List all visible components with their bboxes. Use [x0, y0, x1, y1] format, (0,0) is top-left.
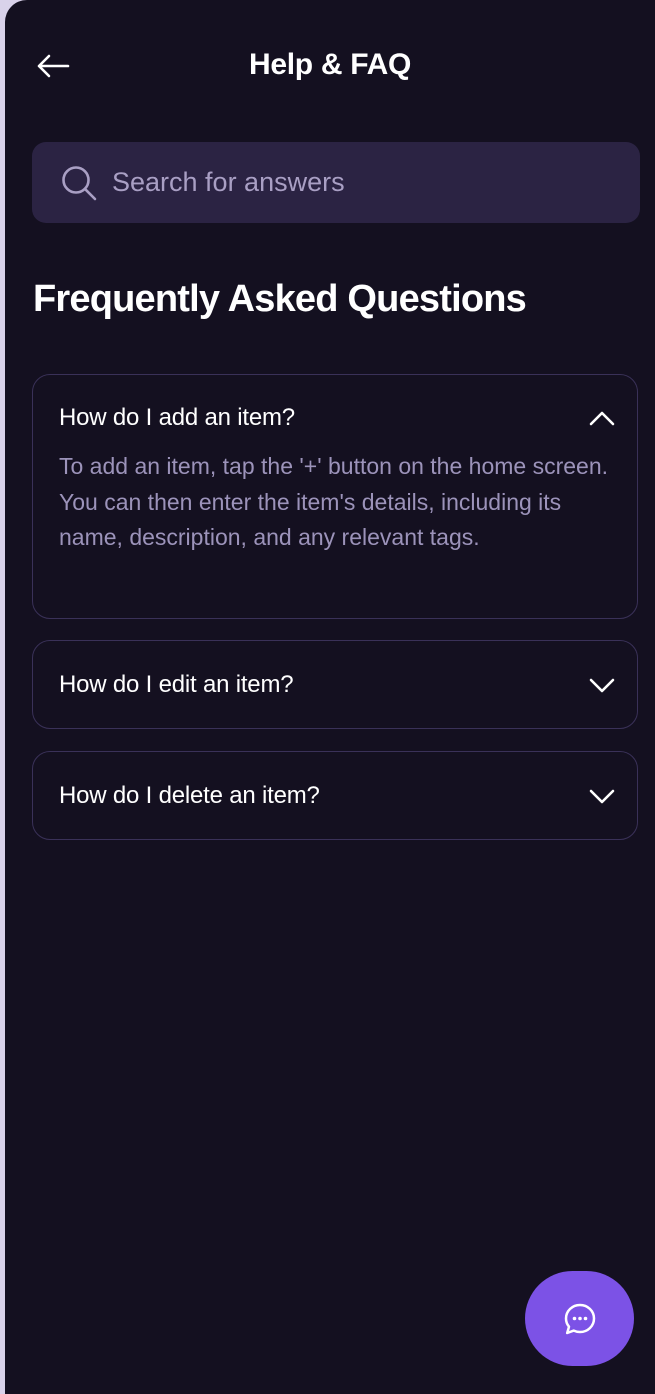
faq-question: How do I add an item?: [59, 404, 295, 431]
faq-question-row-delete[interactable]: How do I delete an item?: [59, 777, 617, 815]
search-input[interactable]: [112, 142, 640, 223]
faq-question: How do I delete an item?: [59, 782, 320, 809]
faq-answer: To add an item, tap the '+' button on th…: [59, 453, 609, 550]
page-title: Help & FAQ: [248, 48, 411, 81]
chat-button[interactable]: [525, 1271, 634, 1366]
chevron-down-icon[interactable]: [587, 670, 617, 700]
faq-question-row-add[interactable]: How do I add an item?: [59, 399, 617, 437]
chat-bubble-icon: [564, 1303, 595, 1334]
search-bar[interactable]: [32, 142, 640, 223]
help-faq-screen: Help & FAQ Frequently Asked Questions Ho…: [5, 0, 655, 1394]
faq-item-add: How do I add an item? To add an item, ta…: [32, 374, 638, 619]
faq-item-delete[interactable]: How do I delete an item?: [32, 751, 638, 840]
chevron-down-icon[interactable]: [587, 781, 617, 811]
chevron-up-icon[interactable]: [587, 403, 617, 433]
faq-question-row-edit[interactable]: How do I edit an item?: [59, 666, 617, 704]
faq-section-heading: Frequently Asked Questions: [33, 278, 527, 320]
faq-question: How do I edit an item?: [59, 671, 294, 698]
faq-item-edit[interactable]: How do I edit an item?: [32, 640, 638, 729]
search-icon: [60, 164, 98, 202]
